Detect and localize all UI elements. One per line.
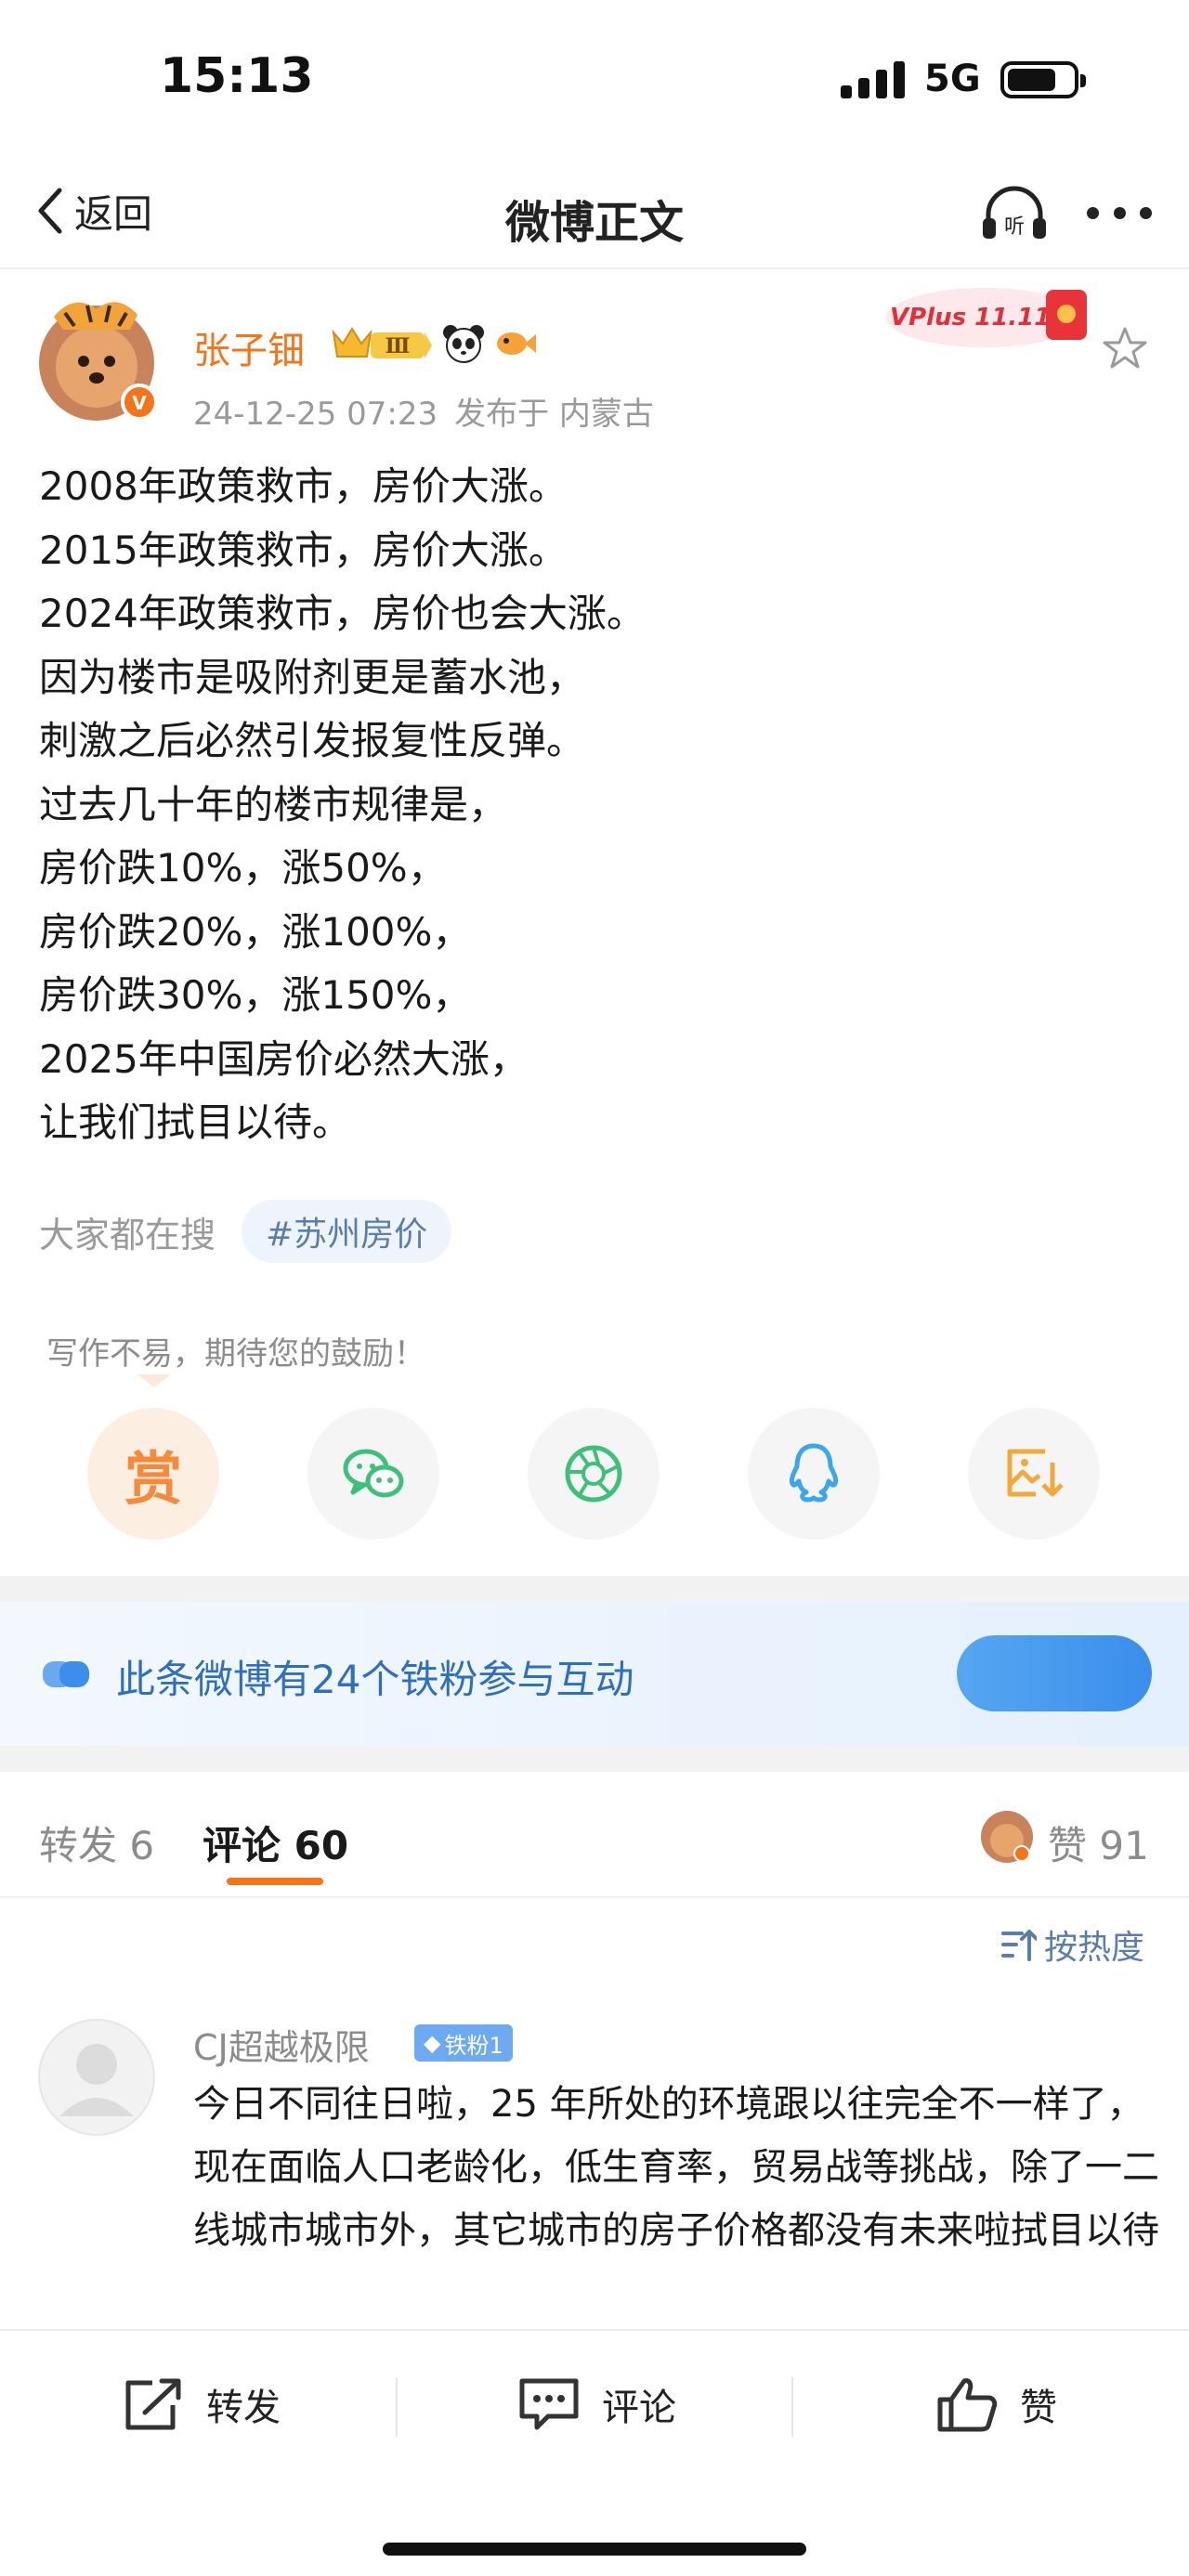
post-meta: 24-12-25 07:23 发布于 内蒙古 bbox=[193, 388, 671, 434]
tip-pointer bbox=[137, 1374, 171, 1387]
post-line: 房价跌10%，涨50%， bbox=[39, 845, 447, 891]
iron-fan-badge-label: 铁粉1 bbox=[444, 2032, 503, 2059]
iron-fans-action-button[interactable] bbox=[957, 1635, 1152, 1711]
post-line: 过去几十年的楼市规律是， bbox=[39, 781, 508, 827]
bottom-action-bar: 转发 评论 赞 bbox=[0, 2329, 1189, 2576]
post-location: 发布于 内蒙古 bbox=[454, 396, 654, 433]
top-nav: 返回 微博正文 听 bbox=[0, 158, 1189, 269]
post-line: 刺激之后必然引发报复性反弹。 bbox=[39, 718, 586, 763]
qq-icon bbox=[789, 1443, 839, 1503]
author-name[interactable]: 张子钿 bbox=[193, 320, 305, 374]
more-dot-icon bbox=[1087, 206, 1099, 219]
like-button[interactable]: 赞 bbox=[934, 2375, 1057, 2433]
back-label: 返回 bbox=[74, 190, 153, 237]
favorite-star-icon[interactable] bbox=[1102, 325, 1148, 371]
headphones-icon: 听 bbox=[983, 186, 1046, 239]
verified-mark: V bbox=[132, 392, 147, 414]
battery-icon bbox=[1000, 61, 1086, 98]
section-divider bbox=[0, 1576, 1189, 1602]
status-bar: 15:13 5G bbox=[0, 0, 1189, 158]
repost-button[interactable]: 转发 bbox=[121, 2375, 281, 2433]
sort-icon bbox=[1001, 1930, 1037, 1961]
tab-reposts[interactable]: 转发 6 bbox=[39, 1815, 154, 1871]
hot-search-label: 大家都在搜 bbox=[39, 1214, 216, 1255]
post-line: 2008年政策救市，房价大涨。 bbox=[39, 463, 568, 509]
fans-icon bbox=[43, 1661, 89, 1687]
active-tab-indicator bbox=[227, 1878, 323, 1885]
repost-label: 转发 bbox=[206, 2387, 281, 2429]
tip-button-label: 赏 bbox=[124, 1445, 182, 1513]
listen-label: 听 bbox=[1004, 215, 1025, 239]
home-indicator bbox=[383, 2543, 806, 2556]
iron-fan-badge[interactable]: ◆ 铁粉1 bbox=[414, 2024, 513, 2062]
divider bbox=[791, 2377, 793, 2437]
like-label: 赞 bbox=[1020, 2387, 1057, 2429]
author-badges: Ⅲ bbox=[330, 323, 538, 364]
member-level-badge-icon[interactable]: Ⅲ bbox=[330, 323, 434, 364]
divider bbox=[396, 2377, 398, 2437]
listen-button[interactable]: 听 bbox=[979, 181, 1050, 246]
post-line: 2025年中国房价必然大涨， bbox=[39, 1035, 529, 1082]
back-button[interactable]: 返回 bbox=[33, 178, 152, 243]
chevron-left-icon bbox=[38, 188, 62, 234]
section-divider bbox=[0, 1746, 1189, 1772]
post-line: 房价跌30%，涨150%， bbox=[39, 972, 472, 1018]
comment-text: 今日不同往日啦，25 年所处的环境跟以往完全不一样了，现在面临人口老龄化，低生育… bbox=[193, 2083, 1159, 2252]
share-qq-button[interactable] bbox=[748, 1408, 880, 1540]
level-label: Ⅲ bbox=[385, 334, 411, 358]
vplus-label: VPlus 11.11 bbox=[890, 304, 1051, 332]
save-image-icon bbox=[1007, 1449, 1064, 1497]
post-line: 房价跌20%，涨100%， bbox=[39, 908, 472, 955]
signal-icon bbox=[841, 61, 906, 98]
more-dot-icon bbox=[1140, 206, 1152, 219]
fish-icon[interactable] bbox=[493, 323, 538, 364]
post-line: 因为楼市是吸附剂更是蓄水池， bbox=[39, 654, 586, 700]
moments-icon bbox=[565, 1445, 622, 1503]
share-wechat-button[interactable] bbox=[307, 1408, 439, 1540]
status-time: 15:13 bbox=[160, 48, 314, 104]
tip-button[interactable]: 赏 bbox=[87, 1408, 219, 1540]
post-content: 2008年政策救市，房价大涨。 2015年政策救市，房价大涨。 2024年政策救… bbox=[39, 455, 1154, 1155]
tab-likes[interactable]: 赞 91 bbox=[1048, 1815, 1149, 1871]
iron-fans-text: 此条微博有24个铁粉参与互动 bbox=[116, 1657, 634, 1702]
thumbs-up-icon bbox=[937, 2378, 998, 2432]
sort-toggle[interactable]: 按热度 bbox=[1000, 1920, 1144, 1969]
liker-avatar bbox=[981, 1811, 1033, 1863]
save-image-button[interactable] bbox=[968, 1408, 1100, 1540]
share-row: 赏 bbox=[87, 1408, 1102, 1540]
network-type: 5G bbox=[924, 58, 981, 100]
comment-label: 评论 bbox=[602, 2387, 676, 2429]
vplus-promo-badge[interactable]: VPlus 11.11 bbox=[882, 277, 1105, 358]
diamond-icon: ◆ bbox=[424, 2030, 441, 2056]
tab-comments[interactable]: 评论 60 bbox=[203, 1815, 348, 1871]
author-avatar[interactable]: V bbox=[37, 293, 160, 423]
wechat-icon bbox=[343, 1449, 404, 1498]
post-line: 让我们拭目以待。 bbox=[39, 1099, 352, 1145]
repost-icon bbox=[125, 2378, 181, 2430]
hot-search-row: 大家都在搜 #苏州房价 bbox=[39, 1200, 452, 1263]
comment-icon bbox=[519, 2378, 579, 2430]
more-dot-icon bbox=[1113, 206, 1126, 219]
more-button[interactable] bbox=[1087, 191, 1152, 234]
commenter-avatar[interactable] bbox=[37, 2018, 156, 2137]
interaction-tabs: 转发 6 评论 60 赞 91 bbox=[0, 1772, 1189, 1898]
share-moments-button[interactable] bbox=[528, 1408, 660, 1540]
post-time: 24-12-25 07:23 bbox=[193, 396, 438, 433]
commenter-name[interactable]: CJ超越极限 bbox=[193, 2019, 370, 2070]
tip-prompt: 写作不易，期待您的鼓励！ bbox=[46, 1335, 425, 1373]
post-line: 2024年政策救市，房价也会大涨。 bbox=[39, 591, 646, 636]
panda-icon[interactable] bbox=[441, 323, 486, 364]
comment-button[interactable]: 评论 bbox=[516, 2375, 676, 2433]
iron-fans-banner[interactable]: 此条微博有24个铁粉参与互动 bbox=[0, 1602, 1189, 1746]
post-line: 2015年政策救市，房价大涨。 bbox=[39, 527, 568, 573]
sort-label: 按热度 bbox=[1044, 1929, 1145, 1967]
hot-search-tag[interactable]: #苏州房价 bbox=[242, 1200, 452, 1263]
